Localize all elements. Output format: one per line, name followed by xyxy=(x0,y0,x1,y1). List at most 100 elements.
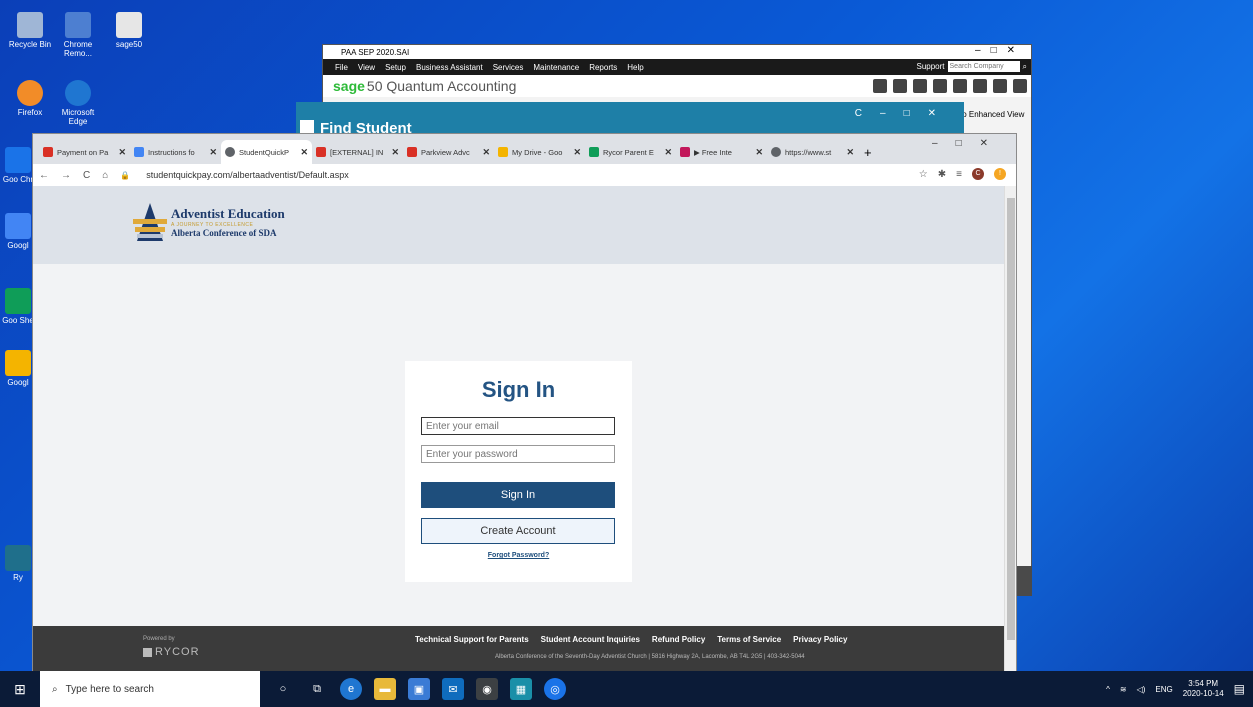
scrollbar-thumb[interactable] xyxy=(1007,198,1015,640)
menu-file[interactable]: File xyxy=(335,63,348,72)
reading-list-icon[interactable]: ≡ xyxy=(956,169,962,180)
close-icon[interactable]: ✕ xyxy=(209,147,217,158)
close-icon[interactable]: ✕ xyxy=(391,147,399,158)
sage-taskbar-icon[interactable]: ▦ xyxy=(510,678,532,700)
menu-maintenance[interactable]: Maintenance xyxy=(533,63,579,72)
toolbar-icon[interactable] xyxy=(1013,79,1027,93)
rycor-logo[interactable]: RYCOR xyxy=(143,646,200,658)
video-icon xyxy=(680,147,690,157)
notification-icon[interactable]: ▤ xyxy=(1234,682,1245,696)
sage-menu-bar: File View Setup Business Assistant Servi… xyxy=(323,59,1031,75)
toolbar-icon[interactable] xyxy=(933,79,947,93)
toolbar-icon[interactable] xyxy=(913,79,927,93)
store-icon[interactable]: ▣ xyxy=(408,678,430,700)
lock-icon[interactable]: 🔒 xyxy=(120,171,130,180)
close-icon[interactable]: ✕ xyxy=(573,147,581,158)
footer-link-refund-policy[interactable]: Refund Policy xyxy=(652,635,705,644)
extension-alert-icon[interactable]: ! xyxy=(994,168,1006,180)
tab-payment[interactable]: Payment on Pa ✕ xyxy=(39,140,130,164)
taskbar-search[interactable]: ⌕ Type here to search xyxy=(40,671,260,707)
tab-instructions[interactable]: Instructions fo ✕ xyxy=(130,140,221,164)
footer-link-privacy[interactable]: Privacy Policy xyxy=(793,635,847,644)
network-icon[interactable]: ≋ xyxy=(1120,685,1127,694)
tab-rycor[interactable]: Rycor Parent E ✕ xyxy=(585,140,676,164)
browser-window-controls[interactable]: –□✕ xyxy=(932,138,1006,149)
chevron-up-icon[interactable]: ^ xyxy=(1106,685,1110,694)
menu-services[interactable]: Services xyxy=(493,63,524,72)
language-indicator[interactable]: ENG xyxy=(1155,685,1172,694)
adventist-education-logo[interactable]: Adventist Education A JOURNEY TO EXCELLE… xyxy=(133,201,285,243)
forgot-password-link[interactable]: Forgot Password? xyxy=(405,552,632,559)
toolbar-icon[interactable] xyxy=(873,79,887,93)
sign-in-card: Sign In Sign In Create Account Forgot Pa… xyxy=(405,361,632,582)
menu-reports[interactable]: Reports xyxy=(589,63,617,72)
chrome-remote-taskbar-icon[interactable]: ◎ xyxy=(544,678,566,700)
mail-icon[interactable]: ✉ xyxy=(442,678,464,700)
close-icon[interactable]: ✕ xyxy=(755,147,763,158)
desktop-icon-recycle-bin[interactable]: Recycle Bin xyxy=(4,12,56,49)
url-text[interactable]: studentquickpay.com/albertaadventist/Def… xyxy=(146,170,348,180)
address-bar: ← → C ⌂ 🔒 studentquickpay.com/albertaadv… xyxy=(33,164,1016,186)
edge-taskbar-icon[interactable]: e xyxy=(340,678,362,700)
create-account-button[interactable]: Create Account xyxy=(421,518,615,544)
footer-link-terms[interactable]: Terms of Service xyxy=(717,635,781,644)
find-student-window-controls[interactable]: C–□✕ xyxy=(855,108,954,119)
menu-setup[interactable]: Setup xyxy=(385,63,406,72)
desktop-icon-edge[interactable]: Microsoft Edge xyxy=(52,80,104,126)
tab-parkview[interactable]: Parkview Advc ✕ xyxy=(403,140,494,164)
sage-title-bar[interactable]: PAA SEP 2020.SAI –□✕ xyxy=(323,45,1031,59)
close-icon[interactable]: ✕ xyxy=(482,147,490,158)
clock[interactable]: 3:54 PM 2020-10-14 xyxy=(1183,679,1224,699)
desktop-icon-label: Googl xyxy=(7,241,29,250)
volume-icon[interactable]: ◁) xyxy=(1137,685,1146,694)
company-search-input[interactable] xyxy=(947,61,1020,72)
email-field[interactable] xyxy=(421,417,615,435)
tab-studentquickpay[interactable]: StudentQuickP ✕ xyxy=(221,140,312,164)
footer-links: Technical Support for Parents Student Ac… xyxy=(415,635,847,644)
close-icon[interactable]: ✕ xyxy=(118,147,126,158)
profile-avatar[interactable]: C xyxy=(972,168,984,180)
enhanced-view-link[interactable]: to Enhanced View xyxy=(960,110,1024,119)
forward-icon[interactable]: → xyxy=(61,170,71,181)
star-icon[interactable]: ☆ xyxy=(919,169,928,180)
file-explorer-icon[interactable]: ▬ xyxy=(374,678,396,700)
toolbar-icon[interactable] xyxy=(953,79,967,93)
toolbar-icon[interactable] xyxy=(893,79,907,93)
task-view-icon[interactable]: ⧉ xyxy=(306,678,328,700)
tab-external[interactable]: [EXTERNAL] IN ✕ xyxy=(312,140,403,164)
search-icon[interactable]: ⌕ xyxy=(1023,62,1027,72)
toolbar-icon[interactable] xyxy=(973,79,987,93)
browser-window[interactable]: Payment on Pa ✕ Instructions fo ✕ StudentQ… xyxy=(32,133,1017,671)
sage-window-controls[interactable]: –□✕ xyxy=(975,45,1025,56)
reload-icon[interactable]: C xyxy=(83,170,90,181)
footer-link-account-inquiries[interactable]: Student Account Inquiries xyxy=(541,635,640,644)
tab-free[interactable]: ▶ Free Inte ✕ xyxy=(676,140,767,164)
menu-view[interactable]: View xyxy=(358,63,375,72)
chrome-taskbar-icon[interactable]: ◉ xyxy=(476,678,498,700)
desktop-icon-sage50[interactable]: sage50 xyxy=(103,12,155,49)
tab-my-drive[interactable]: My Drive - Goo ✕ xyxy=(494,140,585,164)
close-icon[interactable]: ✕ xyxy=(664,147,672,158)
back-icon[interactable]: ← xyxy=(39,170,49,181)
menu-business-assistant[interactable]: Business Assistant xyxy=(416,63,483,72)
close-icon[interactable]: ✕ xyxy=(846,147,854,158)
cortana-icon[interactable]: ○ xyxy=(272,678,294,700)
footer-link-technical-support[interactable]: Technical Support for Parents xyxy=(415,635,529,644)
support-link[interactable]: Support xyxy=(916,62,944,71)
sage-toolbar xyxy=(873,79,1027,93)
password-field[interactable] xyxy=(421,445,615,463)
extensions-icon[interactable]: ✱ xyxy=(938,169,946,180)
desktop-icon-chrome-remote[interactable]: Chrome Remo... xyxy=(52,12,104,58)
chrome-remote-icon xyxy=(65,12,91,38)
sign-in-button[interactable]: Sign In xyxy=(421,482,615,508)
close-icon[interactable]: ✕ xyxy=(300,147,308,158)
file-icon xyxy=(116,12,142,38)
home-icon[interactable]: ⌂ xyxy=(102,170,108,181)
new-tab-button[interactable]: + xyxy=(858,145,878,164)
windows-start-icon[interactable]: ⊞ xyxy=(0,671,40,707)
page-scrollbar[interactable] xyxy=(1004,186,1016,671)
toolbar-icon[interactable] xyxy=(993,79,1007,93)
tab-https[interactable]: https://www.st ✕ xyxy=(767,140,858,164)
menu-help[interactable]: Help xyxy=(627,63,643,72)
desktop-icon-firefox[interactable]: Firefox xyxy=(4,80,56,117)
